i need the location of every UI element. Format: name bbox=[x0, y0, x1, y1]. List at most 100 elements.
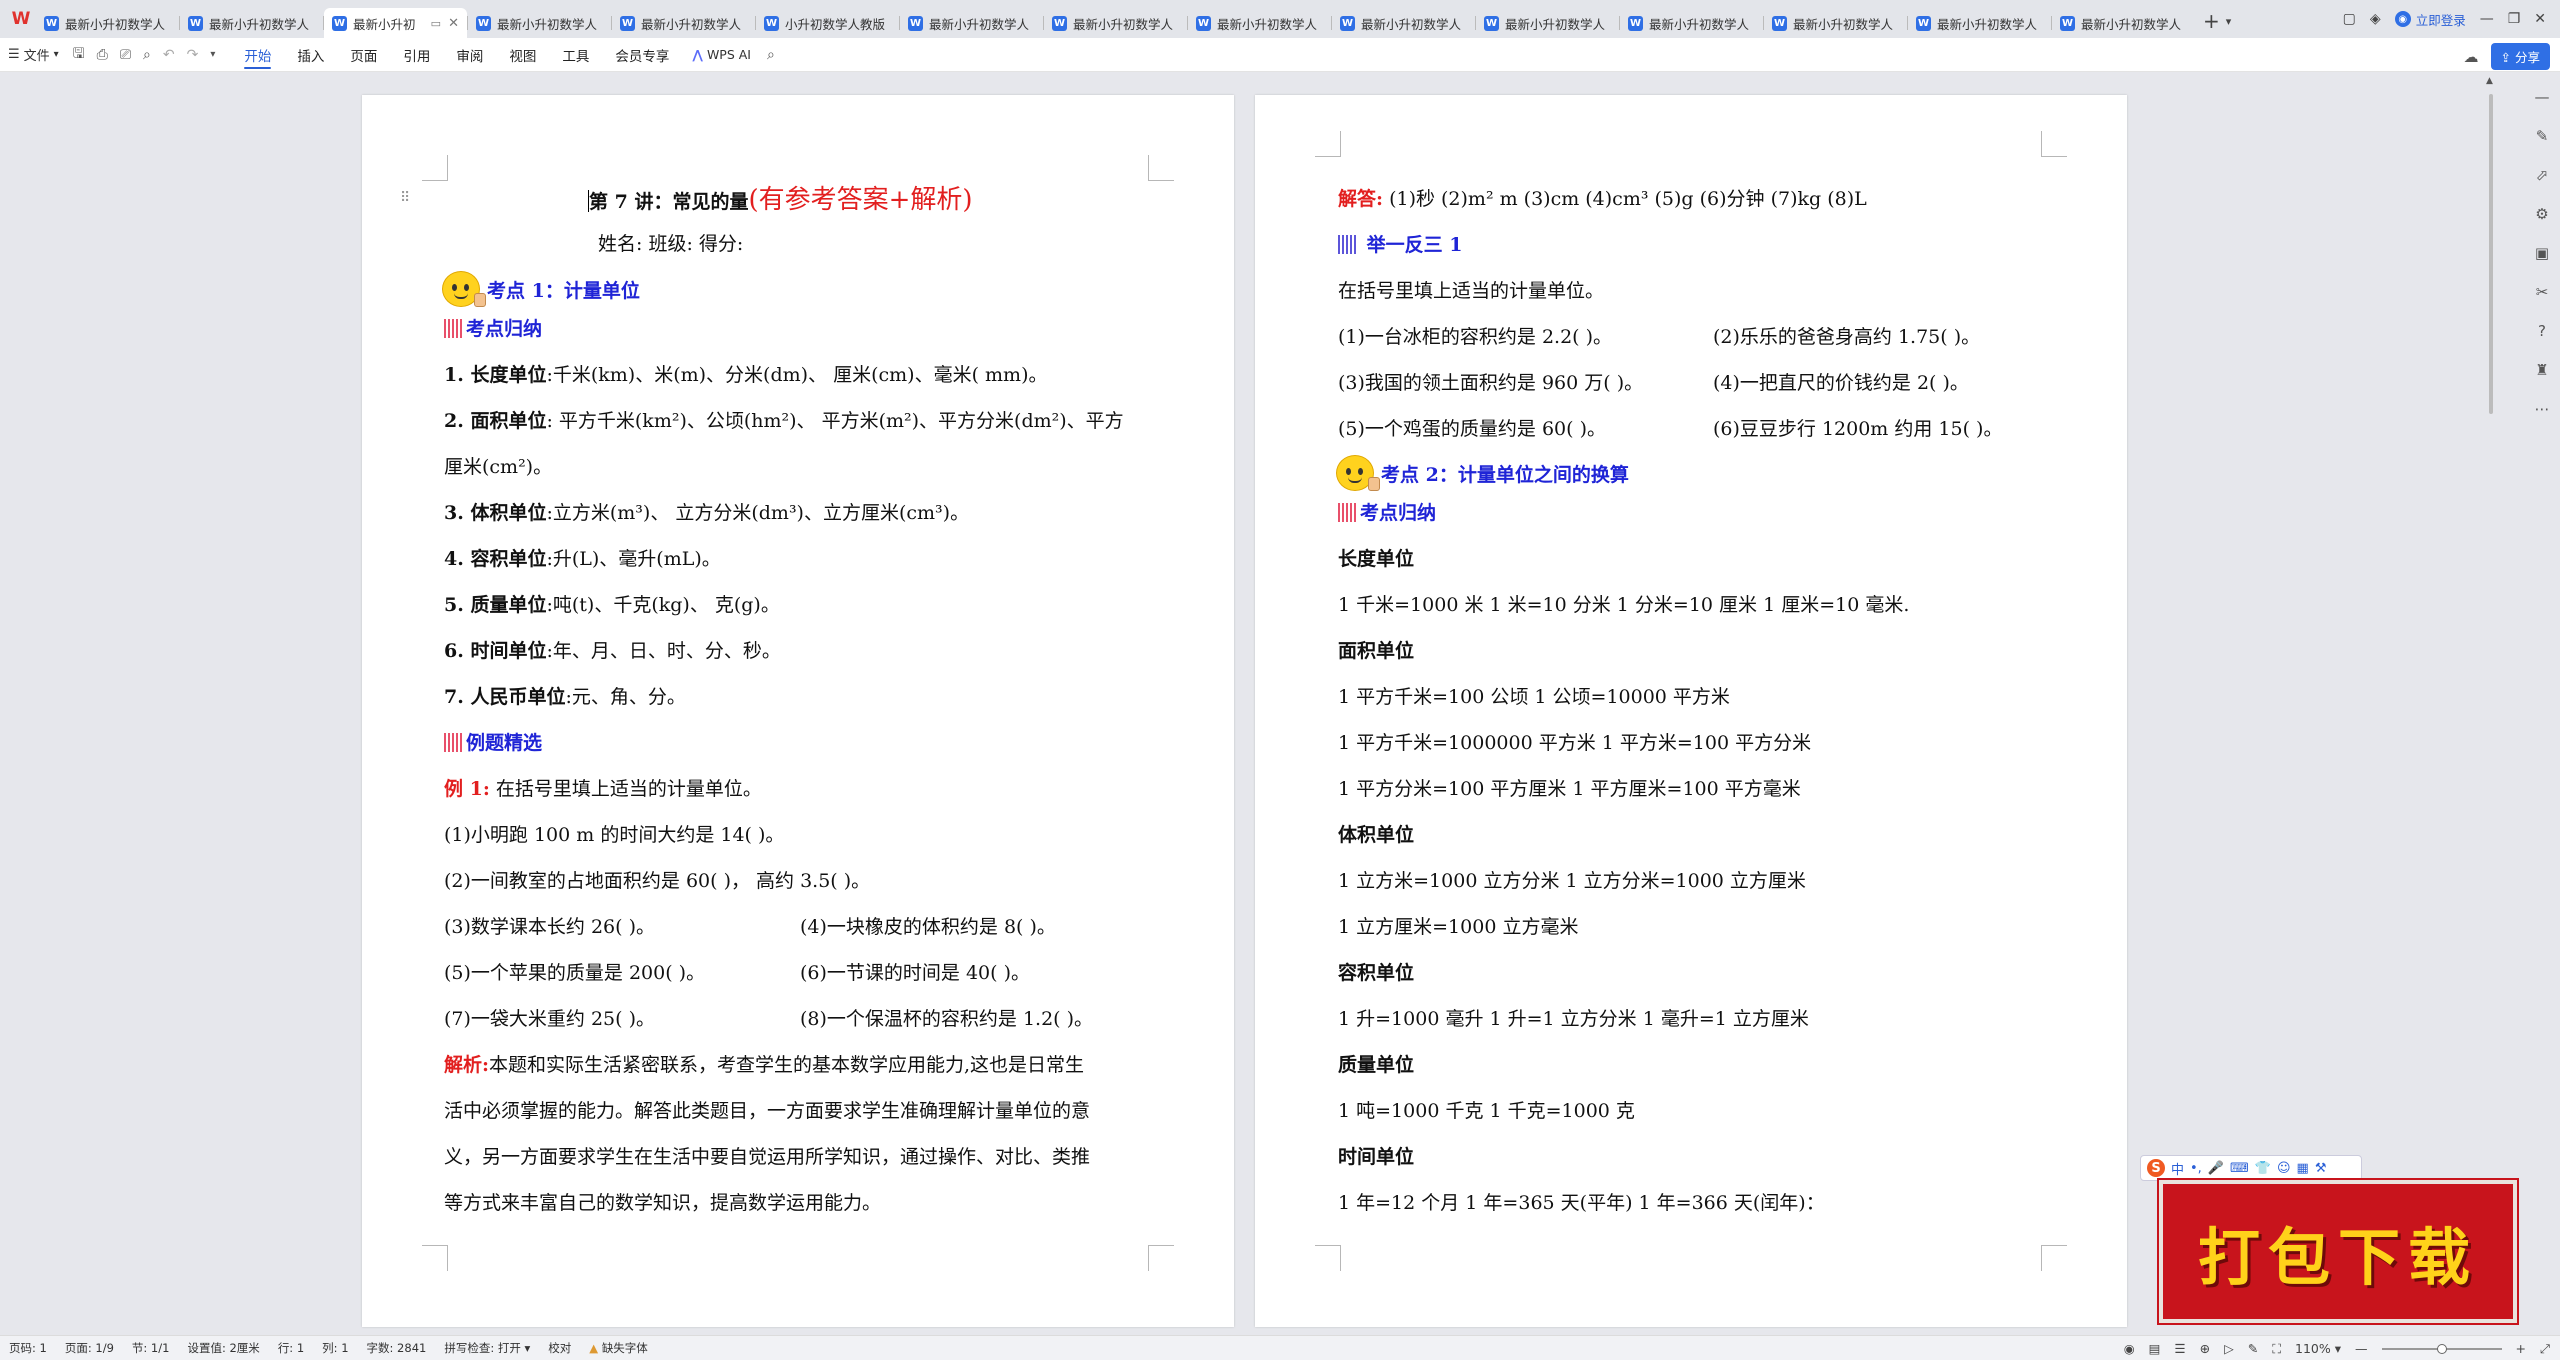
mic-icon[interactable]: 🎤 bbox=[2208, 1161, 2224, 1176]
restore-icon[interactable]: ❐ bbox=[2508, 11, 2521, 27]
document-tab[interactable]: W 最新小升初数学人 bbox=[36, 8, 179, 38]
document-page-left[interactable]: 第 7 讲：常见的量(有参考答案+解析) 姓名: 班级: 得分: 考点 1：计量… bbox=[362, 95, 1234, 1327]
menu-tab[interactable]: 审阅 bbox=[443, 38, 496, 72]
menu-tab[interactable]: 开始 bbox=[231, 38, 284, 72]
document-tab[interactable]: W 最新小升初数学人 bbox=[1908, 8, 2051, 38]
close-tab-icon[interactable]: ✕ bbox=[448, 16, 459, 31]
document-tab[interactable]: W 最新小升初数学人 bbox=[1188, 8, 1331, 38]
menu-tab[interactable]: 视图 bbox=[496, 38, 549, 72]
document-tab[interactable]: W 最新小升初数学人 bbox=[1476, 8, 1619, 38]
document-tab[interactable]: W 最新小升初数学人 bbox=[1332, 8, 1475, 38]
login-button[interactable]: ◉ 立即登录 bbox=[2394, 10, 2466, 29]
practice-heading: 举一反三 1 bbox=[1338, 232, 1462, 258]
tab-label: 最新小升初数学人 bbox=[65, 16, 166, 32]
undo-icon[interactable]: ↶ bbox=[157, 47, 181, 63]
skin-icon[interactable]: 👕 bbox=[2255, 1161, 2271, 1176]
image-icon[interactable]: ▣ bbox=[2535, 244, 2549, 262]
scroll-up-icon[interactable]: ▲ bbox=[2486, 76, 2493, 86]
search-icon[interactable]: ⌕ bbox=[761, 47, 781, 63]
web-view-icon[interactable]: ⊕ bbox=[2200, 1341, 2210, 1356]
fullscreen-icon[interactable]: ⤢ bbox=[2540, 1341, 2550, 1357]
document-tab[interactable]: W 最新小升初 ▭ ✕ bbox=[324, 8, 467, 38]
ime-toolbar[interactable]: S 中 •, 🎤 ⌨ 👕 ☺ ▦ ⚒ bbox=[2140, 1155, 2362, 1181]
minimize-icon[interactable]: — bbox=[2480, 11, 2494, 27]
ime-lang[interactable]: 中 bbox=[2171, 1159, 2184, 1178]
menu-tab[interactable]: 插入 bbox=[284, 38, 337, 72]
sync-icon[interactable]: ☁ bbox=[2464, 48, 2479, 66]
status-pages[interactable]: 页面: 1/9 bbox=[56, 1340, 123, 1356]
menu-tab[interactable]: 工具 bbox=[549, 38, 602, 72]
status-proof[interactable]: 校对 bbox=[539, 1340, 580, 1356]
answer-label: 解答: bbox=[1338, 188, 1384, 210]
shirt-icon[interactable]: ♜ bbox=[2535, 361, 2548, 379]
volume-units-line: 3. 体积单位:立方米(m³)、 立方分米(dm³)、立方厘米(cm³)。 bbox=[444, 500, 969, 526]
play-icon[interactable]: ▷ bbox=[2224, 1341, 2234, 1356]
monitor-icon[interactable]: ▭ bbox=[431, 17, 441, 30]
skin-icon[interactable]: ◈ bbox=[2370, 11, 2381, 27]
document-tab[interactable]: W 最新小升初数学人 bbox=[1044, 8, 1187, 38]
more-icon[interactable]: ⋯ bbox=[2535, 400, 2550, 418]
question-1: (1)小明跑 100 m 的时间大约是 14( )。 bbox=[444, 824, 785, 846]
status-missing-font[interactable]: ▲ 缺失字体 bbox=[580, 1340, 657, 1356]
chevron-down-icon[interactable]: ▾ bbox=[2226, 15, 2232, 28]
document-tab[interactable]: W 小升初数学人教版 bbox=[756, 8, 899, 38]
fit-icon[interactable]: ⛶ bbox=[2272, 1341, 2281, 1357]
print-icon[interactable]: ⎚ bbox=[114, 47, 137, 63]
new-tab-icon[interactable]: + bbox=[2203, 9, 2220, 33]
zoom-out-icon[interactable]: — bbox=[2355, 1341, 2368, 1356]
zoom-knob[interactable] bbox=[2436, 1343, 2447, 1354]
status-section[interactable]: 节: 1/1 bbox=[123, 1340, 179, 1356]
mass-units-line: 5. 质量单位:吨(t)、千克(kg)、 克(g)。 bbox=[444, 592, 780, 618]
drag-handle-icon[interactable]: ⠿ bbox=[400, 190, 410, 206]
keyboard-icon[interactable]: ⌨ bbox=[2230, 1161, 2249, 1176]
page-view-icon[interactable]: ▤ bbox=[2149, 1341, 2161, 1356]
vertical-scrollbar[interactable]: ▲ bbox=[2484, 74, 2498, 1334]
toolbox-icon[interactable]: ⚒ bbox=[2315, 1161, 2327, 1176]
menu-tab[interactable]: 会员专享 bbox=[602, 38, 682, 72]
share-button[interactable]: ⇪ 分享 bbox=[2490, 43, 2550, 70]
print-preview-icon[interactable]: ⌕ bbox=[137, 47, 157, 63]
document-tab[interactable]: W 最新小升初数学人 bbox=[1764, 8, 1907, 38]
eye-icon[interactable]: ◉ bbox=[2124, 1341, 2135, 1356]
select-icon[interactable]: ⬀ bbox=[2536, 166, 2549, 184]
outline-view-icon[interactable]: ☰ bbox=[2174, 1341, 2185, 1356]
practice-4: (4)一把直尺的价钱约是 2( )。 bbox=[1713, 372, 1969, 394]
wps-logo-icon[interactable]: W bbox=[6, 0, 36, 38]
chevron-down-icon[interactable]: ▾ bbox=[204, 49, 221, 60]
wps-ai-button[interactable]: ⋀ WPS AI bbox=[682, 47, 761, 62]
close-window-icon[interactable]: ✕ bbox=[2534, 11, 2546, 27]
edit-icon[interactable]: ✎ bbox=[2536, 127, 2549, 145]
download-banner[interactable]: 打包下载 bbox=[2159, 1180, 2517, 1323]
document-tab[interactable]: W 最新小升初数学人 bbox=[612, 8, 755, 38]
document-tab[interactable]: W 最新小升初数学人 bbox=[468, 8, 611, 38]
export-icon[interactable]: ⎙ bbox=[91, 47, 114, 63]
zoom-in-icon[interactable]: + bbox=[2516, 1341, 2526, 1356]
status-word-count[interactable]: 字数: 2841 bbox=[358, 1340, 436, 1356]
file-menu[interactable]: ☰ 文件 ▾ bbox=[0, 45, 67, 64]
status-spellcheck[interactable]: 拼写检查: 打开 ▾ bbox=[435, 1340, 539, 1356]
save-icon[interactable]: 🖫 bbox=[67, 43, 91, 67]
status-position[interactable]: 设置值: 2厘米 bbox=[178, 1340, 268, 1356]
punct-icon[interactable]: •, bbox=[2190, 1161, 2202, 1176]
status-page-num[interactable]: 页码: 1 bbox=[0, 1340, 56, 1356]
menu-tab[interactable]: 页面 bbox=[337, 38, 390, 72]
grid-icon[interactable]: ▦ bbox=[2297, 1161, 2309, 1176]
examples-heading: 例题精选 bbox=[444, 730, 542, 756]
document-tab[interactable]: W 最新小升初数学人 bbox=[2052, 8, 2195, 38]
menu-tab[interactable]: 引用 bbox=[390, 38, 443, 72]
redo-icon[interactable]: ↷ bbox=[181, 47, 205, 63]
collapse-icon[interactable]: — bbox=[2535, 88, 2550, 106]
help-icon[interactable]: ? bbox=[2538, 322, 2546, 340]
layout-icon[interactable]: ▢ bbox=[2343, 11, 2356, 27]
document-tab[interactable]: W 最新小升初数学人 bbox=[1620, 8, 1763, 38]
zoom-slider[interactable] bbox=[2381, 1343, 2502, 1354]
document-tab[interactable]: W 最新小升初数学人 bbox=[180, 8, 323, 38]
zoom-level[interactable]: 110% ▾ bbox=[2295, 1341, 2341, 1356]
scroll-thumb[interactable] bbox=[2489, 94, 2493, 414]
document-tab[interactable]: W 最新小升初数学人 bbox=[900, 8, 1043, 38]
pen-icon[interactable]: ✎ bbox=[2248, 1341, 2258, 1356]
settings-icon[interactable]: ⚙ bbox=[2535, 205, 2548, 223]
document-page-right[interactable]: 解答: (1)秒 (2)m² m (3)cm (4)cm³ (5)g (6)分钟… bbox=[1255, 95, 2127, 1327]
tools-icon[interactable]: ✂ bbox=[2536, 283, 2549, 301]
emoji-icon[interactable]: ☺ bbox=[2277, 1161, 2291, 1176]
